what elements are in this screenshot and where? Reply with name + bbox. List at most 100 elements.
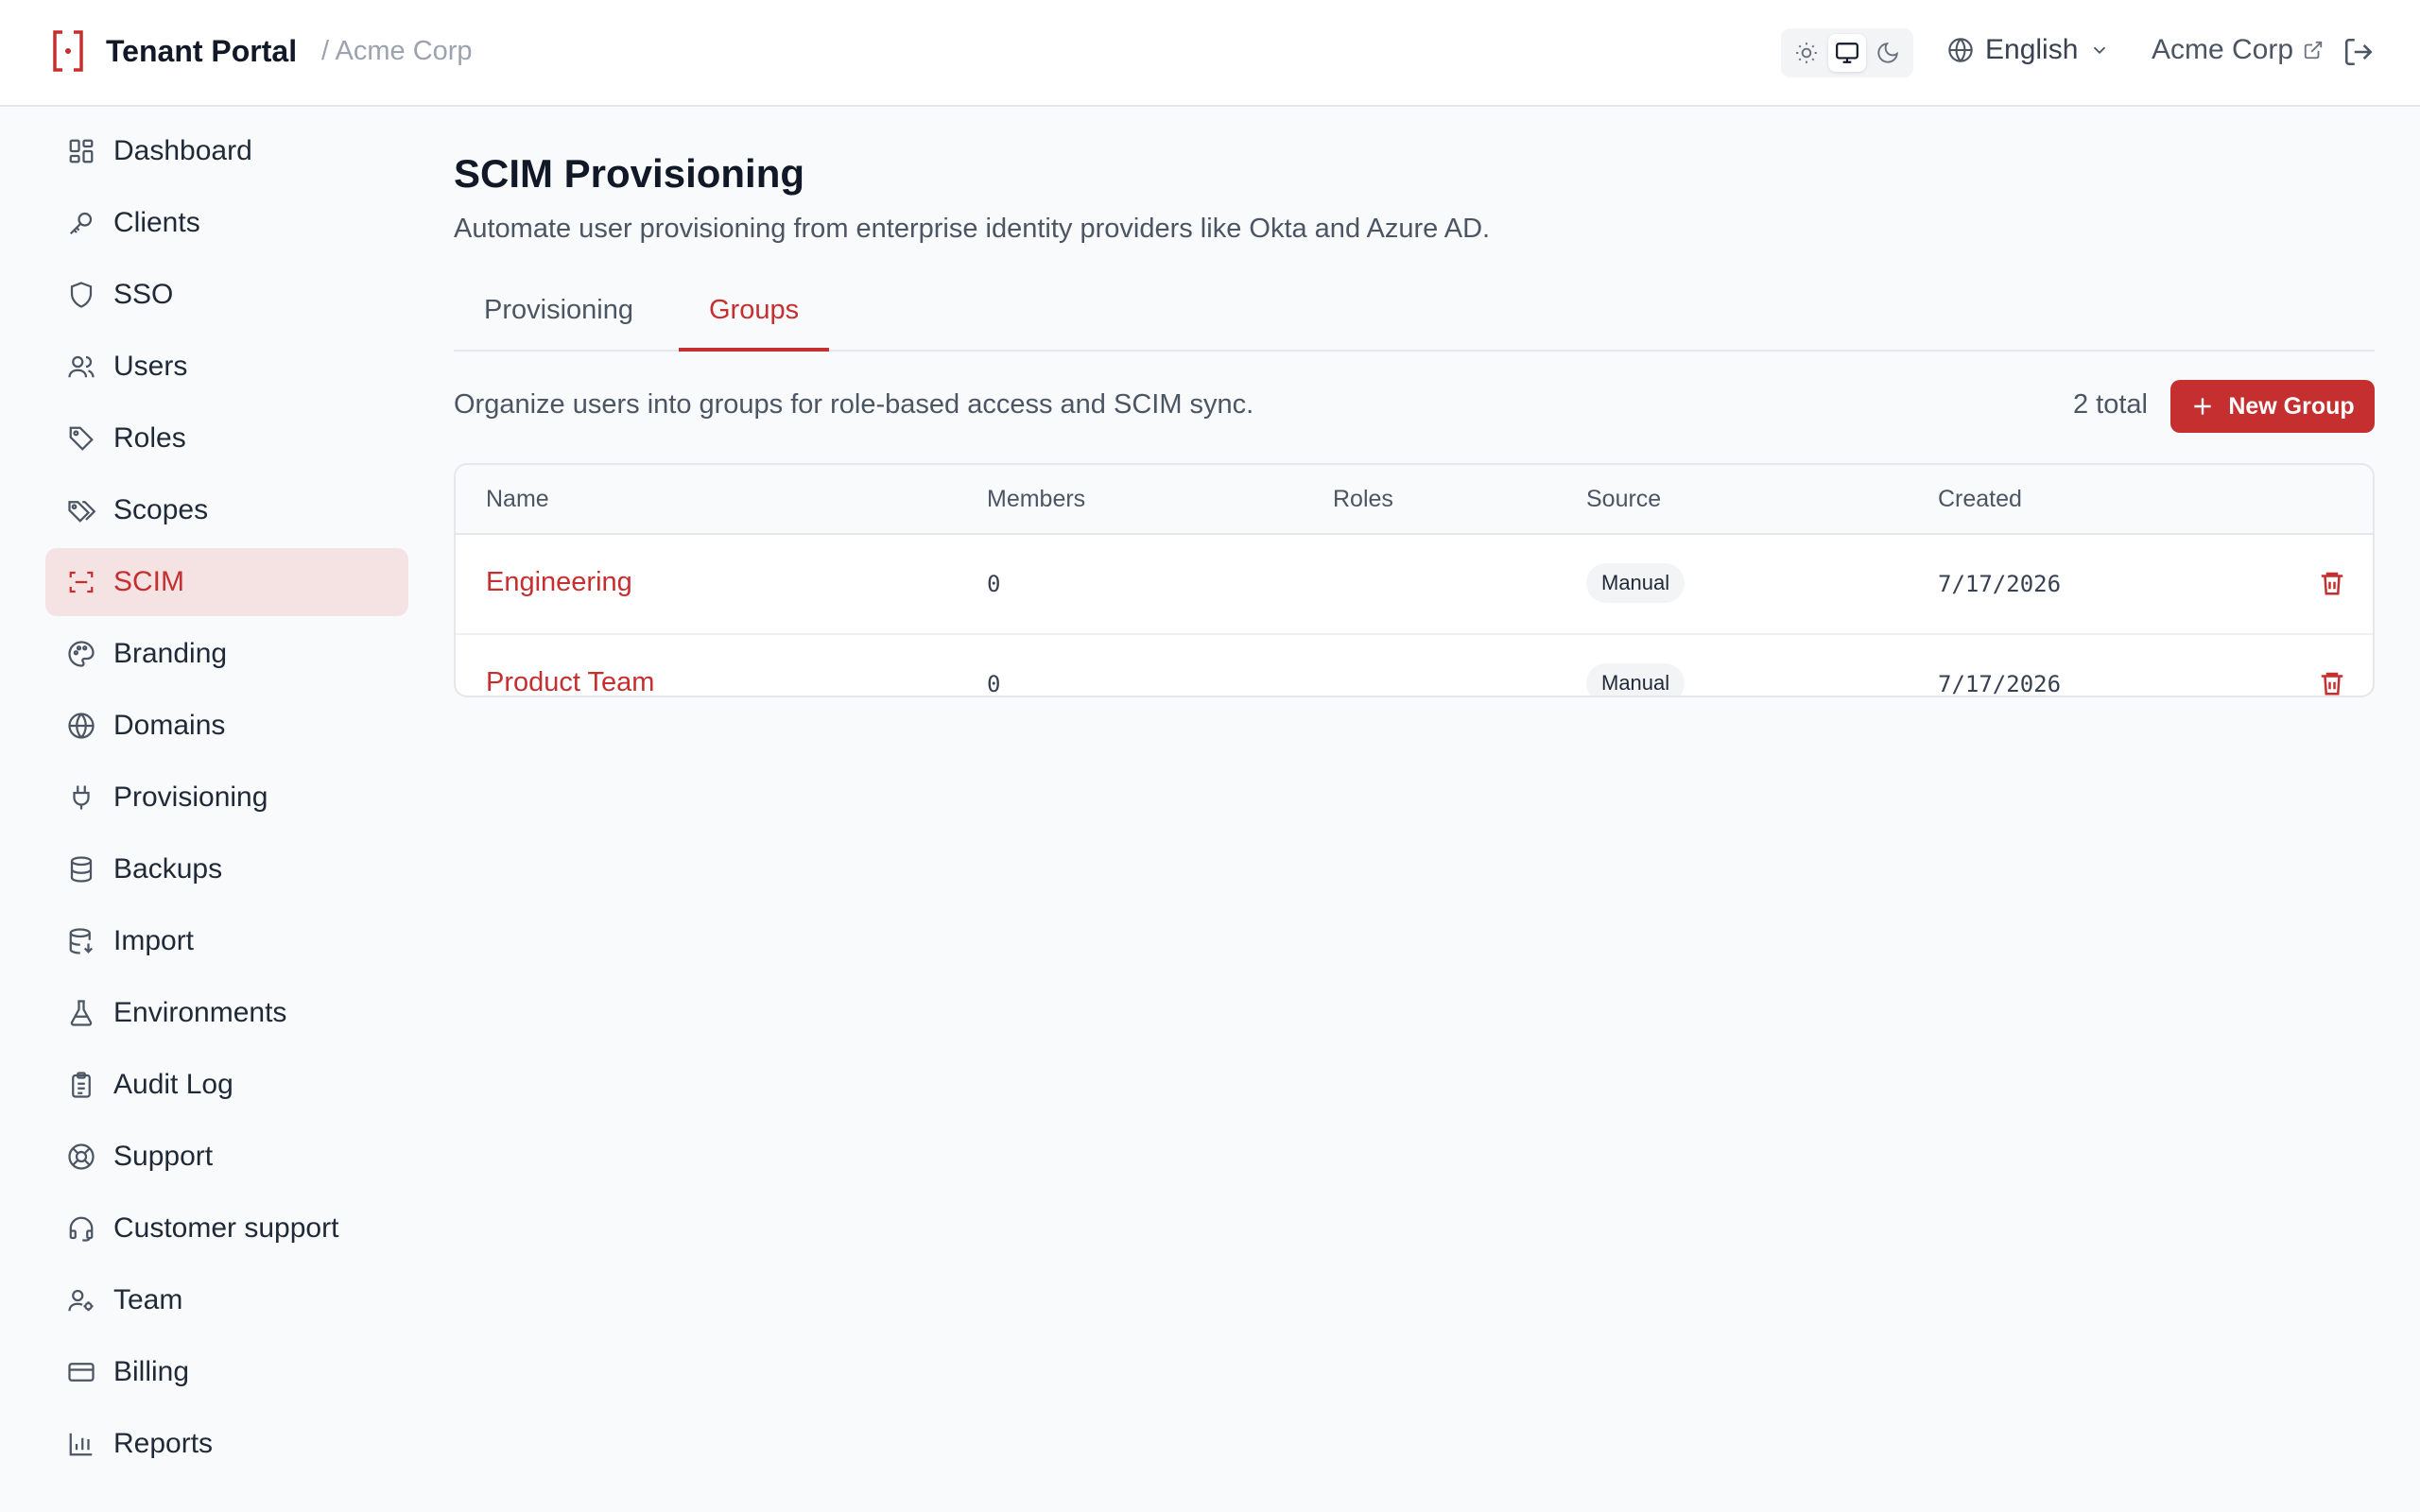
column-header-created[interactable]: Created bbox=[1938, 486, 2022, 513]
sidebar-item-label: Provisioning bbox=[113, 782, 268, 813]
sidebar-item-label: Dashboard bbox=[113, 135, 252, 166]
breadcrumb: / Acme Corp bbox=[321, 36, 473, 66]
scan-icon bbox=[66, 567, 96, 597]
theme-light-button[interactable] bbox=[1788, 34, 1825, 72]
tag-icon bbox=[66, 423, 96, 454]
delete-group-button[interactable] bbox=[2318, 669, 2346, 696]
flask-icon bbox=[66, 998, 96, 1028]
sidebar-item-label: Branding bbox=[113, 638, 228, 669]
user-cog-icon bbox=[66, 1285, 96, 1315]
external-link-icon bbox=[2304, 41, 2323, 60]
sidebar-item-clients[interactable]: Clients bbox=[45, 189, 408, 257]
delete-group-button[interactable] bbox=[2318, 569, 2346, 602]
sidebar-item-label: Clients bbox=[113, 207, 200, 238]
shield-icon bbox=[66, 280, 96, 310]
tab-bar: Provisioning Groups bbox=[454, 284, 2375, 352]
sidebar-item-label: Roles bbox=[113, 422, 186, 454]
sidebar-item-reports[interactable]: Reports bbox=[45, 1410, 408, 1478]
app-title[interactable]: Tenant Portal bbox=[106, 34, 297, 69]
sidebar-item-roles[interactable]: Roles bbox=[45, 404, 408, 472]
new-group-button[interactable]: New Group bbox=[2170, 380, 2375, 433]
tenant-link[interactable]: Acme Corp bbox=[2152, 34, 2324, 66]
sidebar-item-label: Support bbox=[113, 1141, 214, 1172]
sidebar-item-sso[interactable]: SSO bbox=[45, 261, 408, 329]
sidebar-item-label: Team bbox=[113, 1284, 183, 1315]
sidebar-item-team[interactable]: Team bbox=[45, 1266, 408, 1334]
table-header: Name Members Roles Source Created bbox=[456, 465, 2373, 535]
palette-icon bbox=[66, 639, 96, 669]
sidebar-item-scopes[interactable]: Scopes bbox=[45, 476, 408, 544]
sidebar-item-label: Billing bbox=[113, 1356, 190, 1387]
tab-provisioning[interactable]: Provisioning bbox=[454, 284, 664, 352]
theme-system-button[interactable] bbox=[1827, 34, 1866, 72]
lifebuoy-icon bbox=[66, 1142, 96, 1172]
logout-button[interactable] bbox=[2342, 36, 2375, 73]
brand-logo-icon bbox=[53, 30, 83, 72]
sidebar-item-audit-log[interactable]: Audit Log bbox=[45, 1051, 408, 1119]
trash-icon bbox=[2321, 672, 2343, 696]
sidebar-item-backups[interactable]: Backups bbox=[45, 835, 408, 903]
sidebar-item-import[interactable]: Import bbox=[45, 907, 408, 975]
column-header-source[interactable]: Source bbox=[1586, 486, 1661, 513]
headset-icon bbox=[66, 1213, 96, 1244]
users-icon bbox=[66, 352, 96, 382]
globe-icon bbox=[1948, 38, 1973, 62]
tab-groups[interactable]: Groups bbox=[679, 284, 830, 352]
sidebar-item-label: Environments bbox=[113, 997, 287, 1028]
created-date: 7/17/2026 bbox=[1938, 671, 2062, 697]
sidebar-item-support[interactable]: Support bbox=[45, 1123, 408, 1191]
sidebar-item-label: SCIM bbox=[113, 566, 184, 597]
sidebar-item-users[interactable]: Users bbox=[45, 333, 408, 401]
sidebar-item-provisioning[interactable]: Provisioning bbox=[45, 764, 408, 832]
table-row[interactable]: Engineering 0 Manual 7/17/2026 bbox=[456, 535, 2373, 635]
group-name-link[interactable]: Engineering bbox=[486, 567, 632, 598]
theme-toggle bbox=[1781, 28, 1913, 77]
sidebar-item-customer-support[interactable]: Customer support bbox=[45, 1194, 408, 1263]
tags-icon bbox=[66, 495, 96, 525]
sidebar-item-label: Audit Log bbox=[113, 1069, 233, 1100]
sidebar: Dashboard Clients SSO Users Roles Scopes… bbox=[45, 117, 408, 1482]
sidebar-item-label: SSO bbox=[113, 279, 174, 310]
sidebar-item-label: Domains bbox=[113, 710, 226, 741]
database-icon bbox=[66, 854, 96, 885]
sidebar-item-branding[interactable]: Branding bbox=[45, 620, 408, 688]
theme-dark-button[interactable] bbox=[1869, 34, 1907, 72]
plus-icon bbox=[2194, 398, 2211, 415]
column-header-members[interactable]: Members bbox=[987, 486, 1085, 513]
sidebar-item-dashboard[interactable]: Dashboard bbox=[45, 117, 408, 185]
clipboard-icon bbox=[66, 1070, 96, 1100]
sidebar-item-environments[interactable]: Environments bbox=[45, 979, 408, 1047]
chevron-down-icon bbox=[2094, 46, 2106, 55]
sidebar-item-domains[interactable]: Domains bbox=[45, 692, 408, 760]
sidebar-item-billing[interactable]: Billing bbox=[45, 1338, 408, 1406]
page-description: Automate user provisioning from enterpri… bbox=[454, 214, 1491, 244]
column-header-roles[interactable]: Roles bbox=[1333, 486, 1393, 513]
column-header-name[interactable]: Name bbox=[486, 486, 549, 513]
trash-icon bbox=[2321, 572, 2343, 595]
sidebar-item-label: Import bbox=[113, 925, 195, 956]
key-icon bbox=[66, 208, 96, 238]
top-bar: Tenant Portal / Acme Corp English Acme C… bbox=[0, 0, 2420, 107]
created-date: 7/17/2026 bbox=[1938, 571, 2062, 597]
bar-chart-icon bbox=[66, 1429, 96, 1459]
sidebar-item-label: Scopes bbox=[113, 494, 209, 525]
page-title: SCIM Provisioning bbox=[454, 151, 805, 196]
tenant-name: Acme Corp bbox=[2152, 34, 2294, 65]
sidebar-item-label: Backups bbox=[113, 853, 223, 885]
moon-icon bbox=[1877, 43, 1898, 63]
monitor-icon bbox=[1836, 43, 1858, 63]
group-name-link[interactable]: Product Team bbox=[486, 667, 654, 696]
logout-icon bbox=[2344, 38, 2373, 66]
main-content: SCIM Provisioning Automate user provisio… bbox=[454, 151, 2375, 697]
sidebar-item-label: Reports bbox=[113, 1428, 214, 1459]
sidebar-item-label: Customer support bbox=[113, 1212, 339, 1244]
globe-icon bbox=[66, 711, 96, 741]
groups-toolbar: Organize users into groups for role-base… bbox=[454, 380, 2375, 433]
table-row[interactable]: Product Team 0 Manual 7/17/2026 bbox=[456, 635, 2373, 697]
database-import-icon bbox=[66, 926, 96, 956]
sidebar-item-scim[interactable]: SCIM bbox=[45, 548, 408, 616]
members-count: 0 bbox=[987, 571, 1001, 597]
source-badge: Manual bbox=[1586, 563, 1685, 603]
language-select[interactable]: English bbox=[1947, 34, 2110, 66]
brand-logo[interactable] bbox=[51, 28, 85, 74]
